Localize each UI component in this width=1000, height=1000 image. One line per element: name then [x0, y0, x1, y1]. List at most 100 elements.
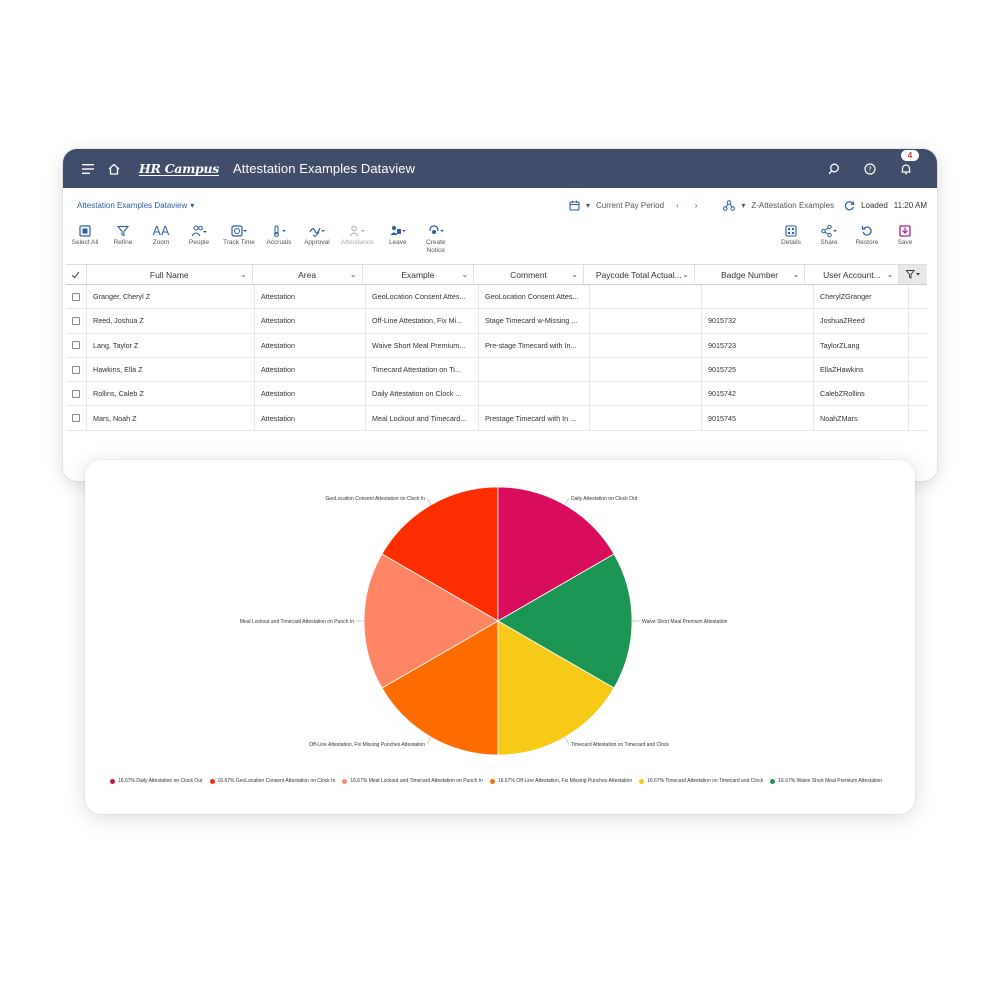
table-cell[interactable]: 9015742: [702, 382, 814, 406]
column-header[interactable]: Area ⌄: [253, 265, 363, 284]
table-cell[interactable]: Waive Short Meal Premium...: [366, 333, 479, 357]
help-icon[interactable]: ?: [861, 160, 879, 178]
table-cell[interactable]: JoshuaZReed: [814, 309, 909, 333]
chevron-down-icon[interactable]: ⌄: [682, 270, 689, 279]
restore-button[interactable]: Restore: [853, 222, 881, 247]
table-cell[interactable]: Lang, Taylor Z: [87, 333, 255, 357]
table-cell[interactable]: Stage Timecard w-Missing ...: [479, 309, 590, 333]
share-button[interactable]: Share: [815, 222, 843, 247]
leave-button[interactable]: Leave: [384, 222, 412, 255]
calendar-icon[interactable]: [569, 200, 580, 211]
legend-item[interactable]: 16.67% Off-Line Attestation, Fix Missing…: [489, 778, 632, 784]
table-cell[interactable]: [590, 406, 702, 430]
column-filter-button[interactable]: [899, 265, 928, 284]
legend-item[interactable]: 16.67% Daily Attestation on Clock Out: [110, 778, 203, 784]
table-cell[interactable]: NoahZMars: [814, 406, 909, 430]
legend-item[interactable]: 16.67% Timecard Attestation on Timecard …: [639, 778, 763, 784]
table-cell[interactable]: Attestation: [255, 333, 366, 357]
caret-down-icon[interactable]: ▾: [741, 201, 745, 210]
table-row[interactable]: Mars, Noah Z Attestation Meal Lockout and …: [66, 406, 927, 431]
approval-button[interactable]: Approval: [303, 222, 331, 255]
details-button[interactable]: Details: [777, 222, 805, 247]
dataview-select[interactable]: Attestation Examples Dataview ▾: [77, 201, 194, 210]
menu-icon[interactable]: [79, 160, 97, 178]
table-row[interactable]: Rollins, Caleb Z Attestation Daily Attesta…: [66, 382, 927, 407]
table-cell[interactable]: Meal Lockout and Timecard...: [366, 406, 479, 430]
legend-item[interactable]: 16.67% Waive Short Meal Premium Attestat…: [770, 778, 882, 784]
row-checkbox[interactable]: [72, 316, 80, 325]
caret-down-icon[interactable]: ▾: [586, 201, 590, 210]
table-cell[interactable]: Granger, Cheryl Z: [87, 285, 255, 309]
chevron-down-icon[interactable]: ⌄: [571, 270, 578, 279]
zoom-button[interactable]: AA Zoom: [147, 222, 175, 255]
table-cell[interactable]: [590, 357, 702, 382]
search-icon[interactable]: [825, 160, 843, 178]
table-cell[interactable]: Off-Line Attestation, Fix Mi...: [366, 309, 479, 333]
table-cell[interactable]: GeoLocation Consent Attes...: [479, 285, 590, 309]
table-cell[interactable]: [479, 357, 590, 382]
row-checkbox[interactable]: [72, 414, 80, 423]
table-cell[interactable]: TaylorZLang: [814, 333, 909, 357]
table-row[interactable]: Reed, Joshua Z Attestation Off-Line Attest…: [66, 309, 927, 334]
table-cell[interactable]: [590, 382, 702, 406]
table-row[interactable]: Hawkins, Ella Z Attestation Timecard Attes…: [66, 357, 927, 383]
table-cell[interactable]: 9015745: [702, 406, 814, 430]
table-cell[interactable]: Reed, Joshua Z: [87, 309, 255, 333]
chevron-down-icon[interactable]: ⌄: [350, 270, 357, 279]
column-header[interactable]: Comment ⌄: [474, 265, 584, 284]
table-cell[interactable]: GeoLocation Consent Attes...: [366, 285, 479, 309]
column-header[interactable]: Badge Number ⌄: [695, 265, 806, 284]
table-cell[interactable]: [590, 333, 702, 357]
table-cell[interactable]: Pre-stage Timecard with In...: [479, 333, 590, 357]
hyperfind-label[interactable]: Z-Attestation Examples: [751, 201, 834, 210]
row-checkbox[interactable]: [72, 365, 80, 374]
table-cell[interactable]: 9015725: [702, 357, 814, 382]
table-cell[interactable]: Attestation: [255, 357, 366, 382]
table-cell[interactable]: Attestation: [255, 406, 366, 430]
chevron-down-icon[interactable]: ⌄: [462, 270, 469, 279]
chevron-down-icon[interactable]: ⌄: [887, 270, 894, 279]
period-label[interactable]: Current Pay Period: [596, 201, 664, 210]
table-cell[interactable]: Attestation: [255, 309, 366, 333]
column-header[interactable]: Example ⌄: [363, 265, 475, 284]
select-all-button[interactable]: Select All: [71, 222, 99, 255]
filter-button[interactable]: Refine: [109, 222, 137, 255]
table-cell[interactable]: 9015732: [702, 309, 814, 333]
hyperfind-icon[interactable]: [723, 199, 736, 211]
table-cell[interactable]: Attestation: [255, 382, 366, 406]
track-time-button[interactable]: Track Time: [223, 222, 255, 255]
accruals-button[interactable]: Accruals: [265, 222, 293, 255]
table-cell[interactable]: Prestage Timecard with In ...: [479, 406, 590, 430]
refresh-icon[interactable]: [844, 200, 855, 211]
table-cell[interactable]: Rollins, Caleb Z: [87, 382, 255, 406]
table-row[interactable]: Lang, Taylor Z Attestation Waive Short Mea…: [66, 333, 927, 358]
chevron-down-icon[interactable]: ⌄: [793, 270, 800, 279]
home-icon[interactable]: [105, 160, 123, 178]
notice-button[interactable]: Create Notice: [422, 222, 450, 255]
table-cell[interactable]: Mars, Noah Z: [87, 406, 255, 430]
table-cell[interactable]: [590, 309, 702, 333]
column-header[interactable]: Full Name ⌄: [87, 265, 253, 284]
save-button[interactable]: Save: [891, 222, 919, 247]
table-cell[interactable]: Timecard Attestation on Ti...: [366, 357, 479, 382]
legend-item[interactable]: 16.67% GeoLocation Consent Attestation o…: [209, 778, 335, 784]
notifications-bell-icon[interactable]: 4: [897, 149, 919, 178]
previous-period-icon[interactable]: ‹: [676, 201, 679, 210]
select-all-checkbox[interactable]: [66, 265, 87, 284]
column-header[interactable]: User Account... ⌄: [805, 265, 900, 284]
table-cell[interactable]: CherylZGranger: [814, 285, 909, 309]
table-cell[interactable]: [590, 285, 702, 309]
table-cell[interactable]: [702, 285, 814, 309]
next-period-icon[interactable]: ›: [695, 201, 698, 210]
brand-logo[interactable]: HR Campus: [139, 162, 219, 176]
people-button[interactable]: People: [185, 222, 213, 255]
chevron-down-icon[interactable]: ⌄: [240, 270, 247, 279]
attendance-button[interactable]: Attendance: [341, 222, 374, 255]
row-checkbox[interactable]: [72, 389, 80, 398]
table-cell[interactable]: EllaZHawkins: [814, 357, 909, 382]
row-checkbox[interactable]: [72, 292, 80, 301]
table-cell[interactable]: Hawkins, Ella Z: [87, 357, 255, 382]
legend-item[interactable]: 16.67% Meal Lockout and Timecard Attesta…: [342, 778, 483, 784]
table-cell[interactable]: 9015723: [702, 333, 814, 357]
table-cell[interactable]: [479, 382, 590, 406]
